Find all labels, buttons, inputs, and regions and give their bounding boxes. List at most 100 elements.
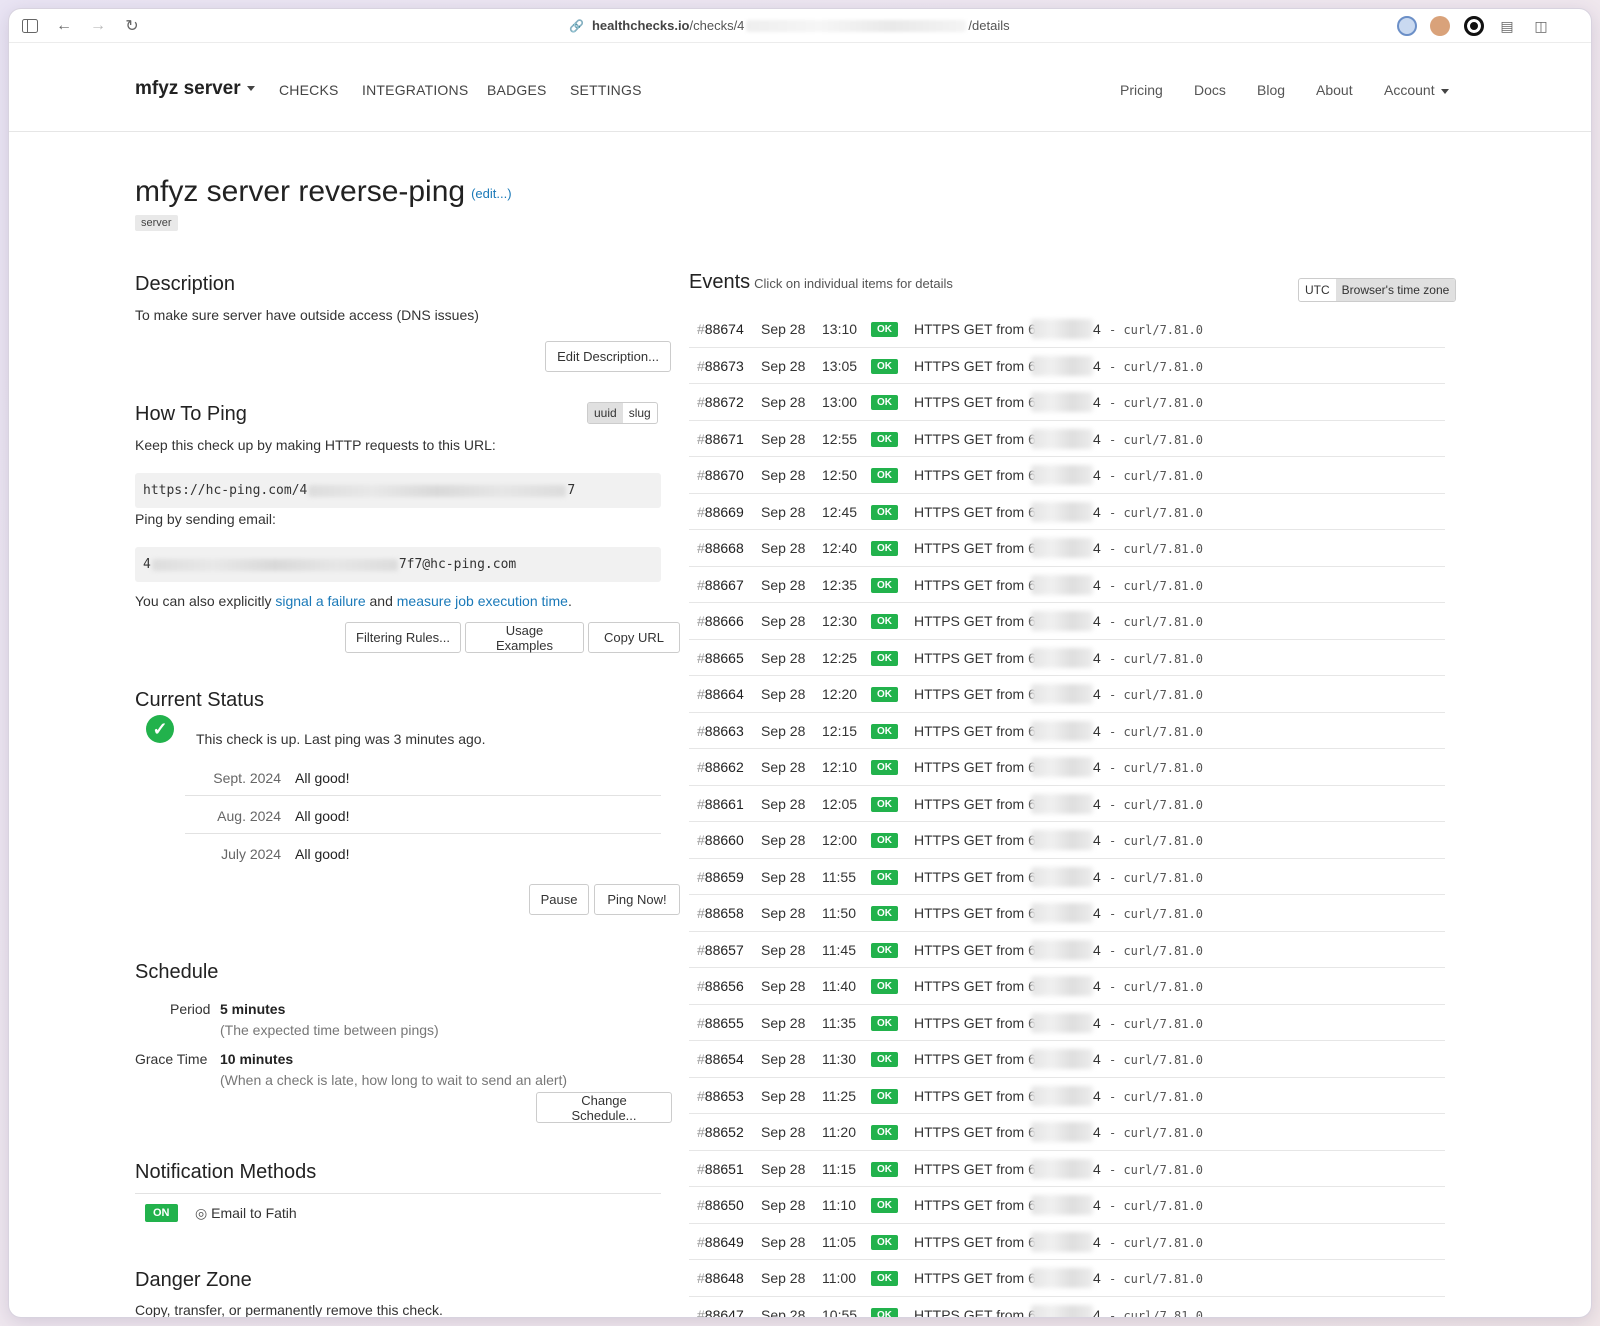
event-row[interactable]: #88658 Sep 28 11:50 OK HTTPS GET from 6 4 - cu… [689, 895, 1445, 932]
filtering-rules-button[interactable]: Filtering Rules... [345, 622, 461, 653]
ping-url-intro: Keep this check up by making HTTP reques… [135, 437, 496, 453]
ping-url-box[interactable]: https://hc-ping.com/4 7 [135, 473, 661, 508]
hash-symbol: # [697, 540, 705, 556]
nav-blog[interactable]: Blog [1257, 82, 1285, 98]
extension-2-icon[interactable] [1430, 16, 1450, 36]
ping-email-box[interactable]: 4 7f7@hc-ping.com [135, 547, 661, 582]
event-row[interactable]: #88650 Sep 28 11:10 OK HTTPS GET from 6 4 - cu… [689, 1187, 1445, 1224]
check-tag[interactable]: server [135, 215, 178, 231]
nav-checks[interactable]: CHECKS [279, 82, 339, 98]
event-row[interactable]: #88670 Sep 28 12:50 OK HTTPS GET from 6 4 - cu… [689, 457, 1445, 494]
event-date: Sep 28 [761, 1197, 806, 1213]
event-id: #88650 [697, 1197, 744, 1213]
url-redacted [746, 19, 967, 32]
nav-badges[interactable]: BADGES [487, 82, 547, 98]
event-description: HTTPS GET from 6 [914, 503, 1036, 520]
event-row[interactable]: #88647 Sep 28 10:55 OK HTTPS GET from 6 4 - cu… [689, 1297, 1445, 1317]
event-row[interactable]: #88662 Sep 28 12:10 OK HTTPS GET from 6 4 - cu… [689, 749, 1445, 786]
page-title: mfyz server reverse-ping (edit...) [135, 175, 512, 209]
events-list: #88674 Sep 28 13:10 OK HTTPS GET from 6 4 - cu… [689, 311, 1445, 1317]
event-row[interactable]: #88649 Sep 28 11:05 OK HTTPS GET from 6 4 - cu… [689, 1224, 1445, 1260]
event-description: HTTPS GET from 6 [914, 686, 1036, 702]
notification-on-badge[interactable]: ON [145, 1204, 178, 1222]
split-view-icon[interactable]: ◫ [1530, 15, 1552, 37]
event-status-badge: OK [871, 1088, 898, 1104]
event-row[interactable]: #88651 Sep 28 11:15 OK HTTPS GET from 6 4 - cu… [689, 1151, 1445, 1187]
nav-account[interactable]: Account [1384, 82, 1449, 98]
event-status-badge: OK [871, 650, 898, 666]
event-description-suffix: 4 [1093, 941, 1101, 958]
reader-icon[interactable]: ▤ [1496, 15, 1518, 37]
event-date: Sep 28 [761, 576, 806, 593]
event-row[interactable]: #88664 Sep 28 12:20 OK HTTPS GET from 6 4 - cu… [689, 676, 1445, 713]
event-id-number: 88655 [704, 1014, 744, 1031]
event-row[interactable]: #88669 Sep 28 12:45 OK HTTPS GET from 6 4 - cu… [689, 494, 1445, 530]
event-row[interactable]: #88652 Sep 28 11:20 OK HTTPS GET from 6 4 - cu… [689, 1114, 1445, 1151]
event-time: 13:00 [822, 394, 858, 410]
reload-icon[interactable]: ↻ [121, 15, 143, 37]
event-id: #88671 [697, 431, 744, 447]
event-row[interactable]: #88660 Sep 28 12:00 OK HTTPS GET from 6 4 - cu… [689, 822, 1445, 859]
event-ip-redacted [1031, 465, 1093, 485]
address-bar[interactable]: 🔗 healthchecks.io /checks/4 /details [569, 18, 1010, 33]
browser-tz-option[interactable]: Browser's time zone [1335, 279, 1456, 301]
measure-execution-link[interactable]: measure job execution time [397, 593, 568, 609]
uuid-option[interactable]: uuid [588, 403, 623, 423]
slug-option[interactable]: slug [623, 403, 657, 423]
signal-failure-link[interactable]: signal a failure [275, 593, 365, 609]
event-status-badge: OK [871, 796, 898, 812]
period-label: Period [170, 1001, 211, 1017]
forward-arrow-icon[interactable]: → [87, 15, 109, 37]
event-row[interactable]: #88668 Sep 28 12:40 OK HTTPS GET from 6 4 - cu… [689, 530, 1445, 567]
event-row[interactable]: #88653 Sep 28 11:25 OK HTTPS GET from 6 4 - cu… [689, 1078, 1445, 1114]
event-row[interactable]: #88654 Sep 28 11:30 OK HTTPS GET from 6 4 - cu… [689, 1041, 1445, 1078]
events-heading: Events Click on individual items for deta… [689, 271, 953, 294]
change-schedule-button[interactable]: Change Schedule... [536, 1092, 672, 1123]
event-ip-redacted [1031, 319, 1093, 339]
event-row[interactable]: #88666 Sep 28 12:30 OK HTTPS GET from 6 4 - cu… [689, 603, 1445, 640]
event-row[interactable]: #88655 Sep 28 11:35 OK HTTPS GET from 6 4 - cu… [689, 1005, 1445, 1041]
nav-docs[interactable]: Docs [1194, 82, 1226, 98]
event-date: Sep 28 [761, 1014, 806, 1031]
event-row[interactable]: #88659 Sep 28 11:55 OK HTTPS GET from 6 4 - cu… [689, 859, 1445, 895]
event-description: HTTPS GET from 6 [914, 649, 1036, 666]
pause-button[interactable]: Pause [529, 884, 589, 915]
nav-pricing[interactable]: Pricing [1120, 82, 1163, 98]
event-row[interactable]: #88663 Sep 28 12:15 OK HTTPS GET from 6 4 - cu… [689, 713, 1445, 749]
event-time: 11:05 [822, 1233, 856, 1250]
event-row[interactable]: #88673 Sep 28 13:05 OK HTTPS GET from 6 4 - cu… [689, 348, 1445, 384]
site-navbar: mfyz server CHECKS INTEGRATIONS BADGES S… [9, 44, 1591, 132]
project-switcher[interactable]: mfyz server [135, 78, 255, 100]
event-row[interactable]: #88657 Sep 28 11:45 OK HTTPS GET from 6 4 - cu… [689, 932, 1445, 968]
event-id-number: 88658 [704, 905, 744, 921]
edit-description-button[interactable]: Edit Description... [545, 341, 671, 372]
event-row[interactable]: #88665 Sep 28 12:25 OK HTTPS GET from 6 4 - cu… [689, 640, 1445, 676]
utc-option[interactable]: UTC [1299, 279, 1336, 301]
event-description-suffix: 4 [1093, 540, 1101, 556]
extension-3-icon[interactable] [1464, 16, 1484, 36]
nav-integrations[interactable]: INTEGRATIONS [362, 82, 468, 98]
event-row[interactable]: #88674 Sep 28 13:10 OK HTTPS GET from 6 4 - cu… [689, 311, 1445, 348]
event-date: Sep 28 [761, 978, 806, 994]
edit-name-link[interactable]: (edit...) [471, 186, 511, 201]
extension-1-icon[interactable] [1397, 16, 1417, 36]
event-row[interactable]: #88661 Sep 28 12:05 OK HTTPS GET from 6 4 - cu… [689, 786, 1445, 822]
nav-settings[interactable]: SETTINGS [570, 82, 642, 98]
event-row[interactable]: #88648 Sep 28 11:00 OK HTTPS GET from 6 4 - cu… [689, 1260, 1445, 1297]
event-status-badge: OK [871, 906, 898, 921]
nav-about[interactable]: About [1316, 82, 1353, 98]
usage-examples-button[interactable]: Usage Examples [465, 622, 584, 653]
event-ip-redacted [1031, 574, 1093, 595]
sidebar-toggle-icon[interactable] [19, 15, 41, 37]
browser-toolbar: ← → ↻ 🔗 healthchecks.io /checks/4 /detai… [9, 9, 1591, 43]
event-date: Sep 28 [761, 868, 806, 885]
event-row[interactable]: #88656 Sep 28 11:40 OK HTTPS GET from 6 4 - cu… [689, 968, 1445, 1005]
event-row[interactable]: #88672 Sep 28 13:00 OK HTTPS GET from 6 4 - cu… [689, 384, 1445, 421]
ping-now-button[interactable]: Ping Now! [594, 884, 680, 915]
event-status-badge: OK [871, 942, 898, 958]
event-row[interactable]: #88667 Sep 28 12:35 OK HTTPS GET from 6 4 - cu… [689, 567, 1445, 603]
event-row[interactable]: #88671 Sep 28 12:55 OK HTTPS GET from 6 4 - cu… [689, 421, 1445, 457]
back-arrow-icon[interactable]: ← [53, 15, 75, 37]
url-path-end: /details [968, 18, 1010, 33]
copy-url-button[interactable]: Copy URL [588, 622, 680, 653]
